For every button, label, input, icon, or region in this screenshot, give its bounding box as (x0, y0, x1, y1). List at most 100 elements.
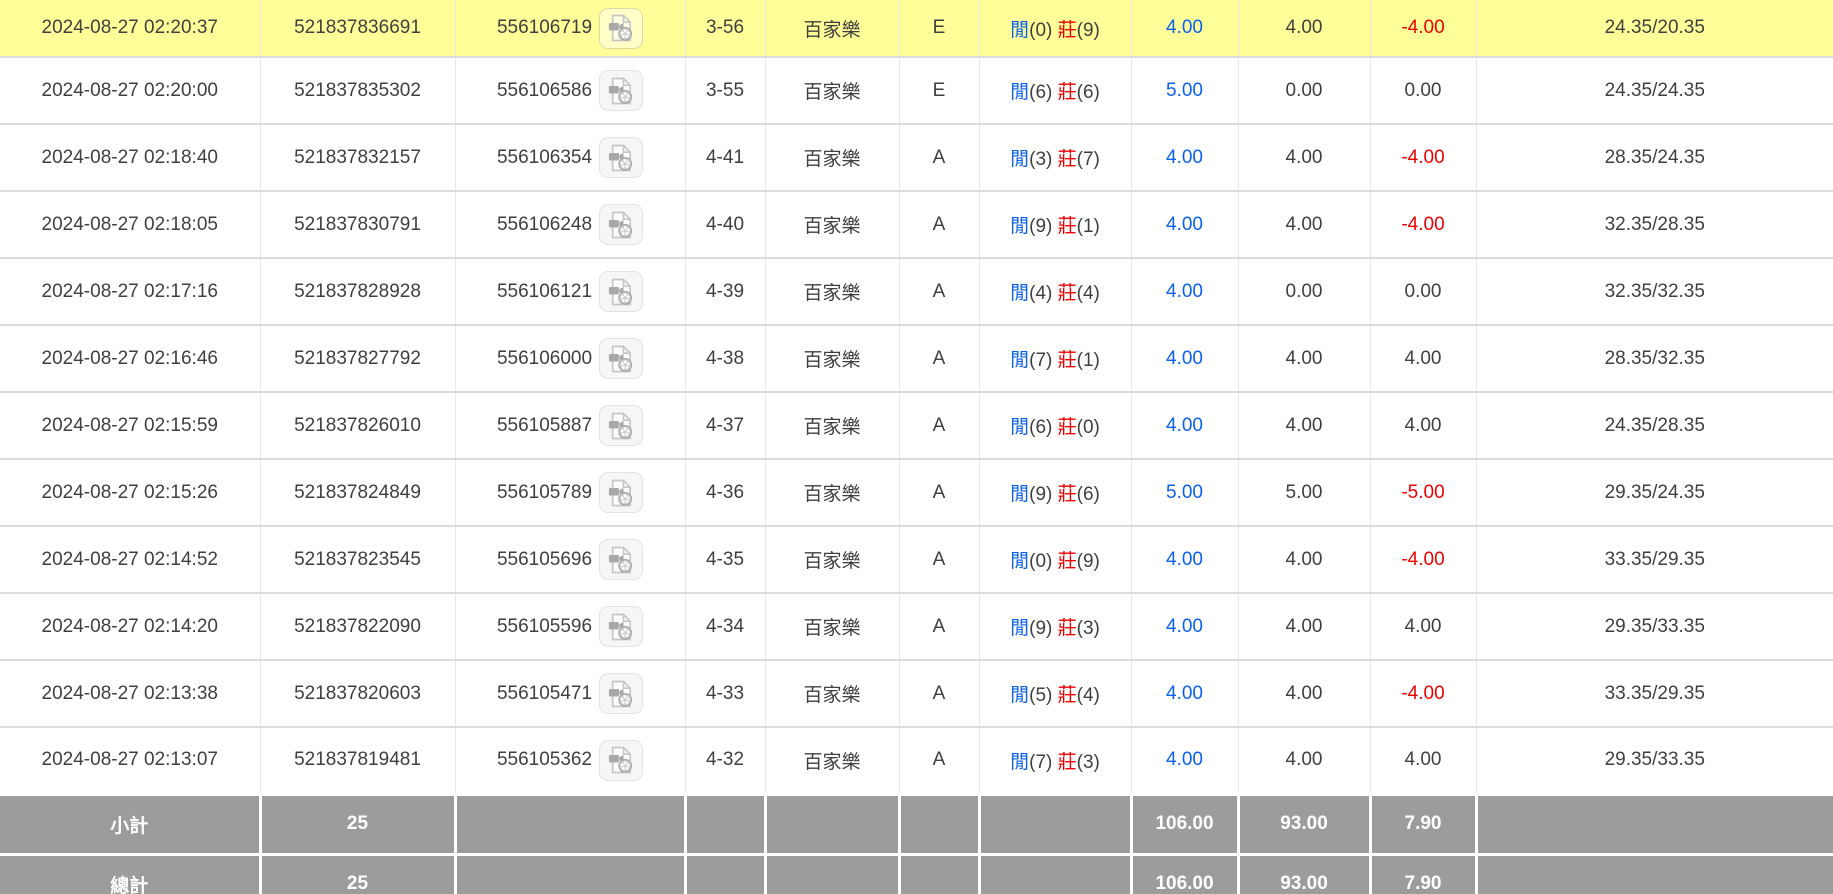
game-id-text: 556105887 (497, 415, 592, 437)
valid-amount-cell: 5.00 (1238, 459, 1370, 526)
table-code-cell: A (899, 191, 979, 258)
table-code-cell: A (899, 325, 979, 392)
bet-id-cell: 521837827792 (260, 325, 455, 392)
valid-amount-cell: 4.00 (1238, 0, 1370, 57)
subtotal-empty-cell (685, 794, 765, 854)
result-cell: 閒(7) 莊(3) (979, 727, 1131, 794)
player-label: 閒 (1010, 149, 1029, 170)
banker-label: 莊 (1058, 20, 1077, 41)
video-replay-icon[interactable] (599, 606, 643, 647)
bet-id-cell: 521837820603 (260, 660, 455, 727)
table-row[interactable]: 2024-08-27 02:20:00521837835302556106586… (0, 57, 1833, 124)
table-row[interactable]: 2024-08-27 02:14:52521837823545556105696… (0, 526, 1833, 593)
balance-cell: 24.35/28.35 (1476, 392, 1833, 459)
video-replay-icon[interactable] (599, 70, 643, 111)
valid-amount-cell: 4.00 (1238, 124, 1370, 191)
game-name-cell: 百家樂 (765, 124, 899, 191)
player-score: (6) (1029, 417, 1058, 438)
table-row[interactable]: 2024-08-27 02:13:07521837819481556105362… (0, 727, 1833, 794)
game-name-cell: 百家樂 (765, 0, 899, 57)
video-replay-icon[interactable] (599, 472, 643, 513)
game-id-cell: 556106354 (455, 124, 685, 191)
game-id-cell: 556105789 (455, 459, 685, 526)
valid-amount-cell: 4.00 (1238, 526, 1370, 593)
balance-cell: 29.35/24.35 (1476, 459, 1833, 526)
bet-amount-cell: 4.00 (1131, 258, 1238, 325)
video-replay-icon[interactable] (599, 137, 643, 178)
time-cell: 2024-08-27 02:13:38 (0, 660, 260, 727)
round-cell: 4-36 (685, 459, 765, 526)
game-id-cell: 556105696 (455, 526, 685, 593)
table-row[interactable]: 2024-08-27 02:16:46521837827792556106000… (0, 325, 1833, 392)
banker-label: 莊 (1058, 618, 1077, 639)
bet-id-cell: 521837836691 (260, 0, 455, 57)
balance-cell: 32.35/32.35 (1476, 258, 1833, 325)
valid-amount-cell: 4.00 (1238, 392, 1370, 459)
win-loss-cell: 4.00 (1370, 593, 1476, 660)
video-replay-icon[interactable] (599, 204, 643, 245)
time-cell: 2024-08-27 02:20:00 (0, 57, 260, 124)
banker-score: (4) (1077, 283, 1100, 304)
video-replay-icon[interactable] (599, 405, 643, 446)
balance-cell: 33.35/29.35 (1476, 660, 1833, 727)
total-empty-cell (899, 854, 979, 894)
player-label: 閒 (1010, 350, 1029, 371)
round-cell: 4-35 (685, 526, 765, 593)
bet-id-cell: 521837832157 (260, 124, 455, 191)
round-cell: 4-37 (685, 392, 765, 459)
table-row[interactable]: 2024-08-27 02:14:20521837822090556105596… (0, 593, 1833, 660)
table-row[interactable]: 2024-08-27 02:13:38521837820603556105471… (0, 660, 1833, 727)
game-id-cell: 556106121 (455, 258, 685, 325)
game-id-text: 556106719 (497, 17, 592, 39)
subtotal-valid-total: 93.00 (1238, 794, 1370, 854)
round-cell: 3-55 (685, 57, 765, 124)
result-cell: 閒(9) 莊(1) (979, 191, 1131, 258)
video-replay-icon[interactable] (599, 673, 643, 714)
game-name-cell: 百家樂 (765, 258, 899, 325)
round-cell: 4-38 (685, 325, 765, 392)
balance-cell: 24.35/20.35 (1476, 0, 1833, 57)
table-row[interactable]: 2024-08-27 02:18:05521837830791556106248… (0, 191, 1833, 258)
result-cell: 閒(6) 莊(0) (979, 392, 1131, 459)
banker-score: (1) (1077, 350, 1100, 371)
table-row[interactable]: 2024-08-27 02:18:40521837832157556106354… (0, 124, 1833, 191)
result-cell: 閒(6) 莊(6) (979, 57, 1131, 124)
total-winloss-total: 7.90 (1370, 854, 1476, 894)
game-name-cell: 百家樂 (765, 660, 899, 727)
video-replay-icon[interactable] (599, 271, 643, 312)
win-loss-cell: -4.00 (1370, 526, 1476, 593)
banker-score: (6) (1077, 82, 1100, 103)
player-label: 閒 (1010, 551, 1029, 572)
game-id-text: 556106586 (497, 80, 592, 102)
video-replay-icon[interactable] (599, 740, 643, 781)
game-name-cell: 百家樂 (765, 57, 899, 124)
balance-cell: 28.35/32.35 (1476, 325, 1833, 392)
time-cell: 2024-08-27 02:15:59 (0, 392, 260, 459)
video-replay-icon[interactable] (599, 338, 643, 379)
result-cell: 閒(5) 莊(4) (979, 660, 1131, 727)
result-cell: 閒(0) 莊(9) (979, 0, 1131, 57)
subtotal-count: 25 (260, 794, 455, 854)
time-cell: 2024-08-27 02:18:05 (0, 191, 260, 258)
table-code-cell: A (899, 392, 979, 459)
player-label: 閒 (1010, 283, 1029, 304)
balance-cell: 29.35/33.35 (1476, 727, 1833, 794)
result-cell: 閒(0) 莊(9) (979, 526, 1131, 593)
player-score: (7) (1029, 350, 1058, 371)
game-id-cell: 556105362 (455, 727, 685, 794)
valid-amount-cell: 4.00 (1238, 191, 1370, 258)
bet-id-cell: 521837830791 (260, 191, 455, 258)
game-id-cell: 556106000 (455, 325, 685, 392)
bet-amount-cell: 4.00 (1131, 124, 1238, 191)
video-replay-icon[interactable] (599, 8, 643, 49)
player-label: 閒 (1010, 216, 1029, 237)
table-row[interactable]: 2024-08-27 02:15:26521837824849556105789… (0, 459, 1833, 526)
table-row[interactable]: 2024-08-27 02:20:37521837836691556106719… (0, 0, 1833, 57)
video-replay-icon[interactable] (599, 539, 643, 580)
player-label: 閒 (1010, 752, 1029, 773)
bet-amount-cell: 5.00 (1131, 57, 1238, 124)
table-row[interactable]: 2024-08-27 02:17:16521837828928556106121… (0, 258, 1833, 325)
table-row[interactable]: 2024-08-27 02:15:59521837826010556105887… (0, 392, 1833, 459)
round-cell: 4-41 (685, 124, 765, 191)
game-name-cell: 百家樂 (765, 325, 899, 392)
